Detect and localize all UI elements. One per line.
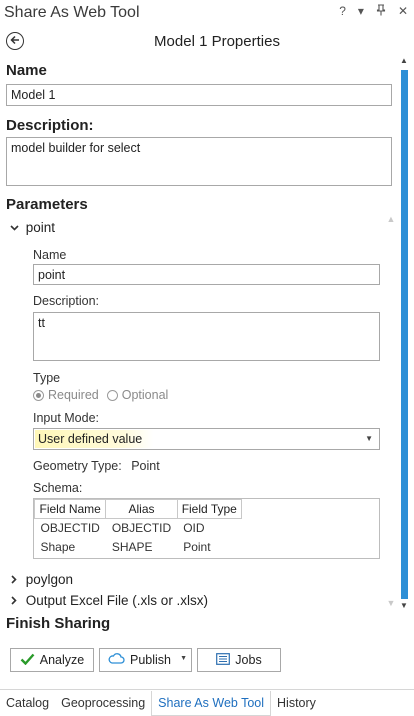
input-mode-value: User defined value (38, 432, 143, 446)
scrollbar-thumb[interactable] (401, 70, 408, 599)
parameter-output-excel-header[interactable]: Output Excel File (.xls or .xlsx) (10, 593, 208, 608)
required-radio[interactable] (33, 389, 44, 401)
required-radio-label: Required (48, 388, 99, 402)
table-cell: Shape (40, 540, 76, 554)
close-icon[interactable]: ✕ (398, 4, 408, 19)
scroll-down-icon[interactable]: ▼ (400, 601, 408, 610)
bottom-tab-bar: Catalog Geoprocessing Share As Web Tool … (0, 689, 414, 716)
analyze-button[interactable]: Analyze (10, 648, 94, 672)
optional-radio-label: Optional (121, 388, 169, 402)
checkmark-icon (20, 653, 35, 668)
page-title: Model 1 Properties (154, 33, 280, 50)
pane-title-controls: ? ▾ ✕ (339, 4, 408, 19)
geometry-type-label: Geometry Type: Point (33, 459, 160, 473)
schema-header-row: Field Name Alias Field Type (33, 499, 242, 519)
scroll-up-icon[interactable]: ▲ (400, 56, 408, 65)
model-description-textarea[interactable]: model builder for select (6, 137, 392, 186)
publish-dropdown-arrow-icon[interactable]: ▼ (180, 655, 187, 662)
help-icon[interactable]: ? (339, 4, 346, 19)
options-dropdown-icon[interactable]: ▾ (358, 4, 364, 19)
type-radio-group: Required Optional (33, 388, 168, 402)
table-row[interactable]: Shape SHAPE Point (35, 538, 242, 557)
model-name-input[interactable]: Model 1 (6, 84, 392, 106)
description-heading: Description: (6, 117, 94, 134)
jobs-list-icon (216, 652, 231, 668)
pin-icon[interactable] (376, 4, 386, 19)
publish-button[interactable]: Publish ▼ (99, 648, 192, 672)
param-name-input[interactable]: point (33, 264, 380, 285)
schema-table: Field Name Alias Field Type OBJECTID OBJ… (33, 498, 380, 559)
input-mode-select[interactable]: User defined value ▼ (33, 428, 380, 450)
geometry-type-key: Geometry Type: (33, 459, 122, 473)
parameters-heading: Parameters (6, 196, 88, 213)
schema-label: Schema: (33, 481, 83, 495)
param-description-label: Description: (33, 294, 99, 308)
table-cell: Point (183, 540, 211, 554)
geometry-type-value: Point (131, 459, 160, 473)
inner-scroll-up-icon[interactable]: ▲ (386, 214, 396, 224)
tab-share-as-web-tool[interactable]: Share As Web Tool (151, 690, 272, 716)
table-cell: SHAPE (111, 540, 153, 554)
column-header-alias[interactable]: Alias (105, 499, 178, 519)
cloud-icon (108, 653, 125, 667)
table-cell: OID (183, 521, 205, 536)
param-name-label: Name (33, 248, 67, 262)
chevron-down-icon (10, 224, 22, 235)
column-header-field-name[interactable]: Field Name (33, 499, 107, 519)
pane-titlebar: Share As Web Tool ? ▾ ✕ (0, 0, 414, 26)
table-cell: OBJECTID (40, 521, 100, 536)
parameter-poylgon-title: poylgon (25, 572, 74, 587)
properties-header: Model 1 Properties (0, 28, 414, 58)
parameter-poylgon-header[interactable]: poylgon (10, 572, 73, 587)
chevron-right-icon (10, 596, 22, 608)
inner-scroll-down-icon[interactable]: ▼ (386, 598, 396, 608)
jobs-label: Jobs (235, 653, 262, 667)
analyze-label: Analyze (39, 653, 85, 667)
optional-radio[interactable] (106, 389, 118, 401)
finish-sharing-heading: Finish Sharing (6, 615, 111, 632)
tab-geoprocessing[interactable]: Geoprocessing (55, 691, 151, 716)
dropdown-arrow-icon: ▼ (365, 434, 373, 443)
parameter-output-excel-title: Output Excel File (.xls or .xlsx) (25, 593, 209, 608)
input-mode-label: Input Mode: (33, 411, 100, 425)
table-row[interactable]: OBJECTID OBJECTID OID (35, 519, 242, 538)
chevron-right-icon (10, 575, 22, 587)
table-cell: OBJECTID (111, 521, 172, 536)
publish-label: Publish (130, 653, 171, 667)
jobs-button[interactable]: Jobs (197, 648, 281, 672)
param-description-textarea[interactable]: tt (33, 312, 380, 361)
pane-title: Share As Web Tool (4, 4, 140, 21)
column-header-field-type[interactable]: Field Type (176, 499, 242, 519)
parameter-point-title: point (25, 220, 56, 235)
tab-catalog[interactable]: Catalog (0, 691, 55, 716)
tab-history[interactable]: History (271, 691, 322, 716)
parameter-point-header[interactable]: point (10, 220, 55, 235)
type-label: Type (33, 371, 61, 385)
name-heading: Name (6, 62, 47, 79)
